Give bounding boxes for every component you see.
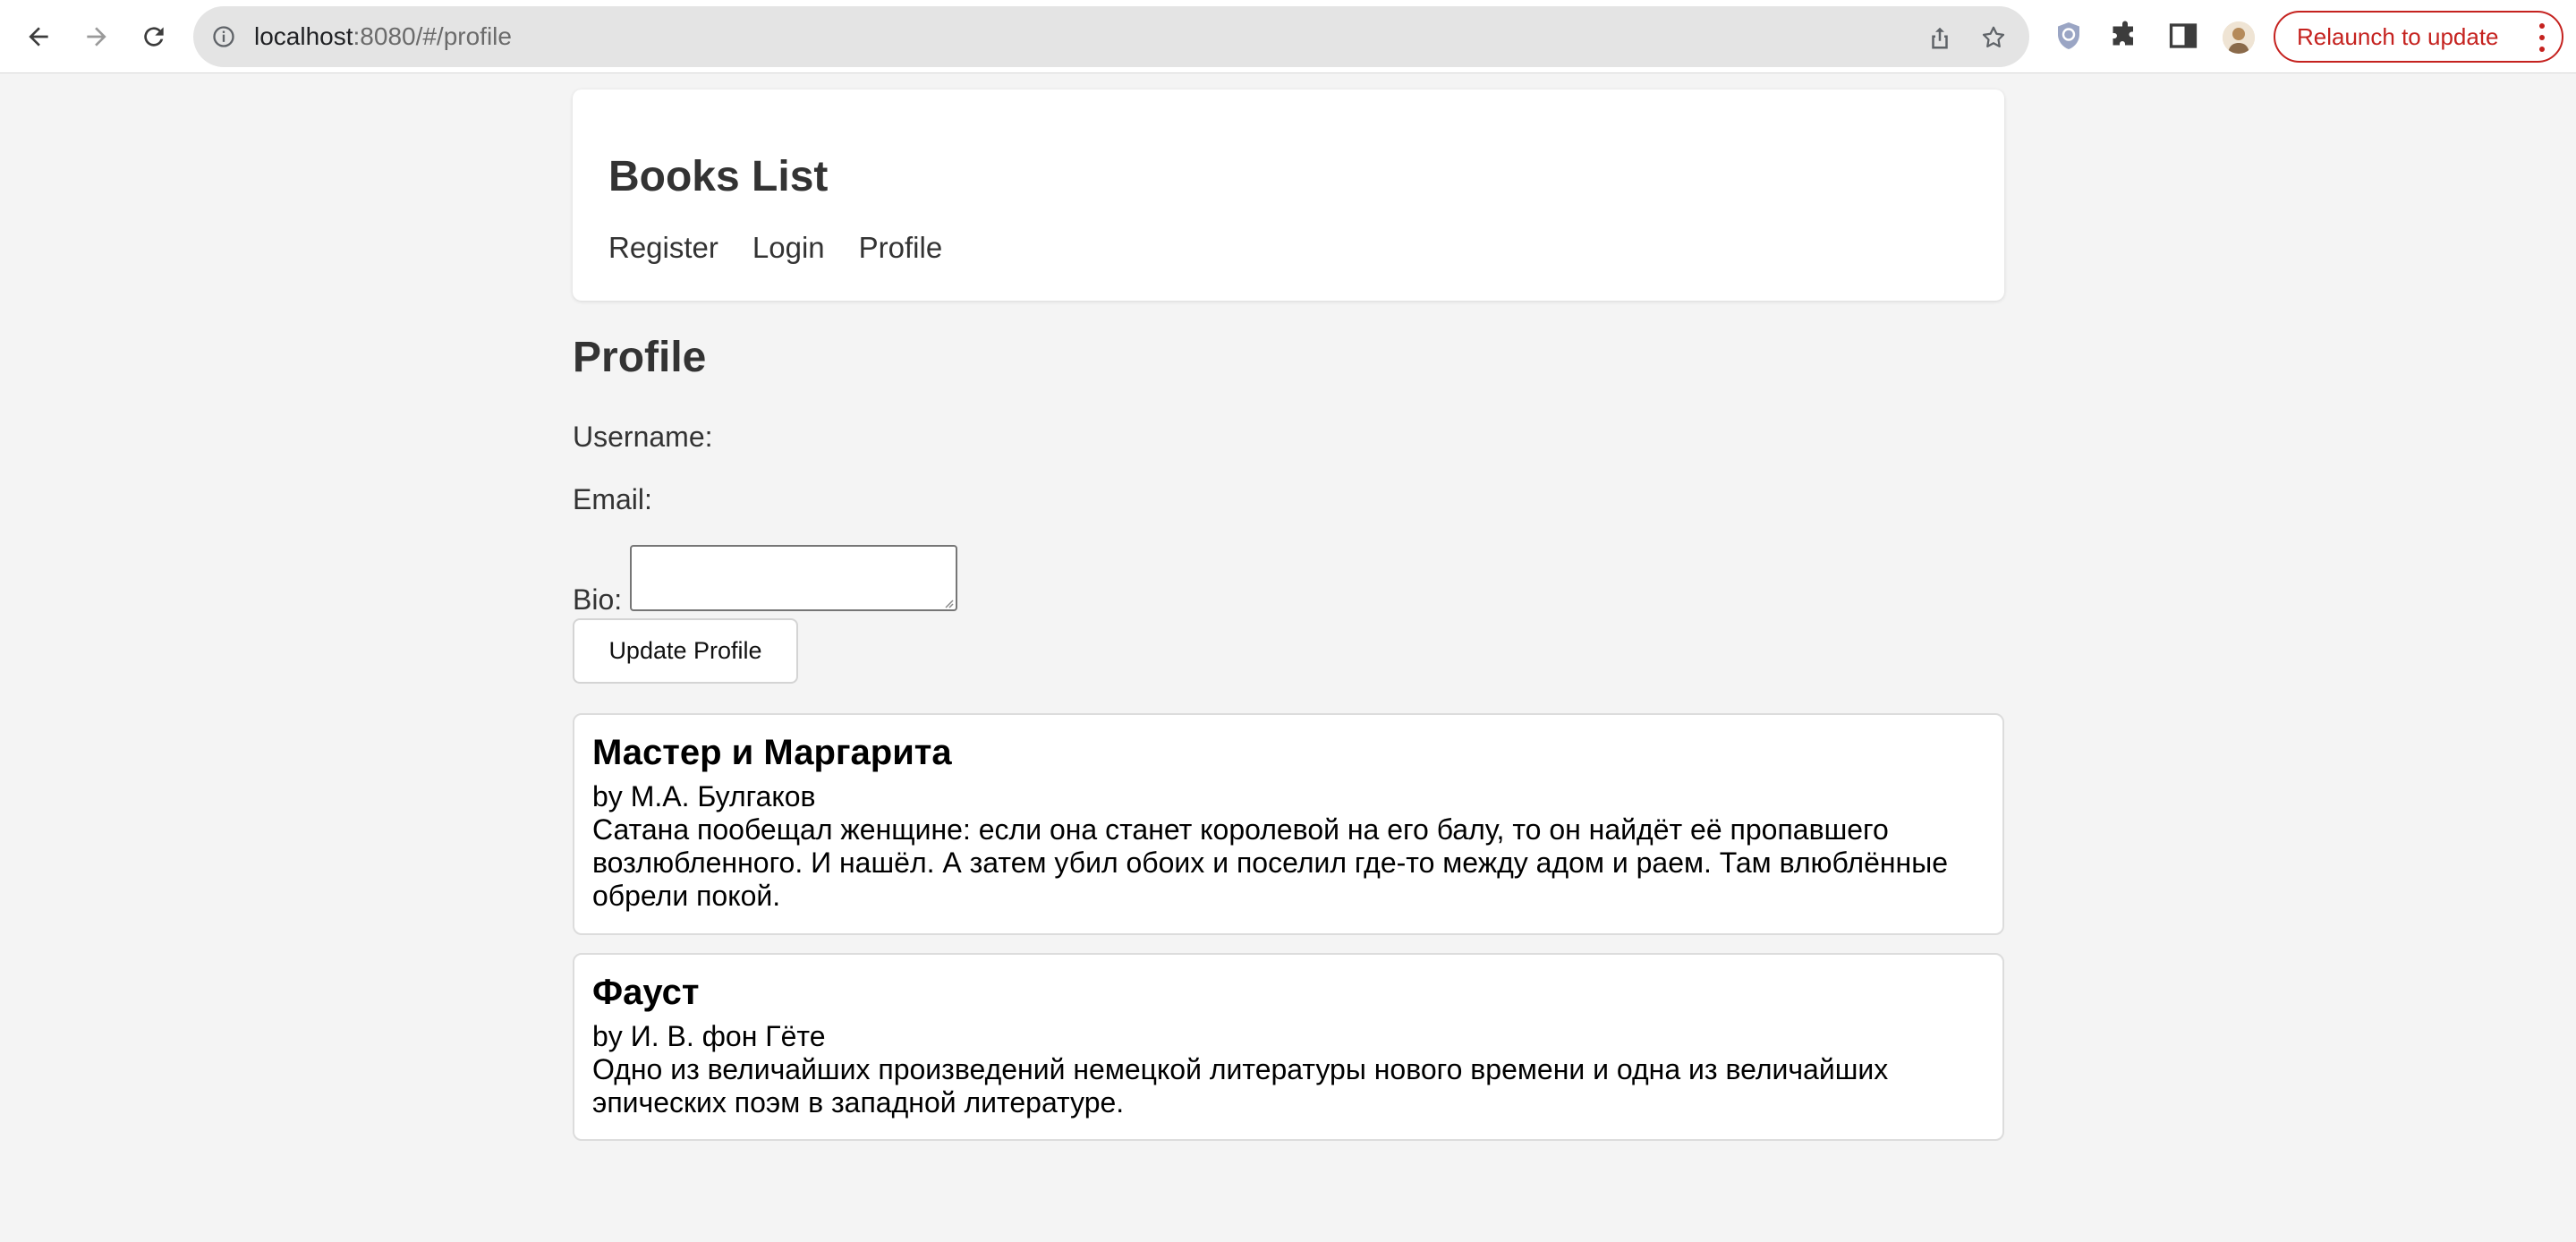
book-card: Фауст by И. В. фон Гёте Одно из величайш… [573, 953, 2004, 1141]
relaunch-button[interactable]: Relaunch to update [2274, 11, 2563, 63]
reload-icon [144, 27, 164, 47]
kebab-menu-icon[interactable] [2538, 23, 2546, 52]
shield-extension-icon[interactable] [2053, 20, 2085, 52]
url-text[interactable]: localhost:8080/#/profile [254, 6, 512, 67]
site-header: Books List Register Login Profile [573, 89, 2004, 301]
bio-label: Bio: [573, 583, 623, 616]
site-title: Books List [608, 153, 829, 200]
back-button[interactable] [16, 14, 61, 59]
nav-link-login[interactable]: Login [752, 231, 825, 265]
reload-button[interactable] [132, 14, 176, 59]
side-panel-icon[interactable] [2167, 20, 2199, 52]
book-card: Мастер и Маргарита by М.А. Булгаков Сата… [573, 713, 2004, 935]
nav-link-profile[interactable]: Profile [859, 231, 943, 265]
share-icon[interactable] [1926, 24, 1953, 51]
relaunch-label: Relaunch to update [2297, 22, 2499, 50]
book-title: Фауст [592, 973, 700, 1012]
arrow-left-icon [29, 27, 48, 47]
address-bar[interactable]: localhost:8080/#/profile [193, 6, 2029, 67]
username-label: Username: [573, 421, 713, 453]
update-profile-button[interactable]: Update Profile [573, 618, 798, 684]
profile-avatar[interactable] [2223, 21, 2255, 54]
book-author: by И. В. фон Гёте [592, 1020, 826, 1052]
person-icon [2223, 21, 2255, 54]
book-description: Одно из величайших произведений немецкой… [592, 1053, 1889, 1119]
bio-textarea[interactable] [630, 545, 957, 611]
book-author: by М.А. Булгаков [592, 780, 816, 812]
forward-button[interactable] [74, 14, 119, 59]
page-title: Profile [573, 334, 707, 381]
url-path: :8080/#/profile [353, 22, 512, 50]
browser-toolbar: localhost:8080/#/profile Relaunch to upd… [0, 0, 2576, 73]
bookmark-star-icon[interactable] [1980, 24, 2007, 51]
puzzle-extensions-icon[interactable] [2109, 20, 2141, 52]
book-description: Сатана пообещал женщине: если она станет… [592, 813, 1948, 912]
site-nav: Register Login Profile [608, 231, 942, 265]
url-host: localhost [254, 22, 353, 50]
info-icon[interactable] [211, 24, 236, 49]
resize-handle-icon[interactable] [943, 598, 954, 608]
arrow-right-icon [87, 27, 106, 47]
nav-link-register[interactable]: Register [608, 231, 718, 265]
book-title: Мастер и Маргарита [592, 733, 952, 772]
email-label: Email: [573, 483, 652, 515]
